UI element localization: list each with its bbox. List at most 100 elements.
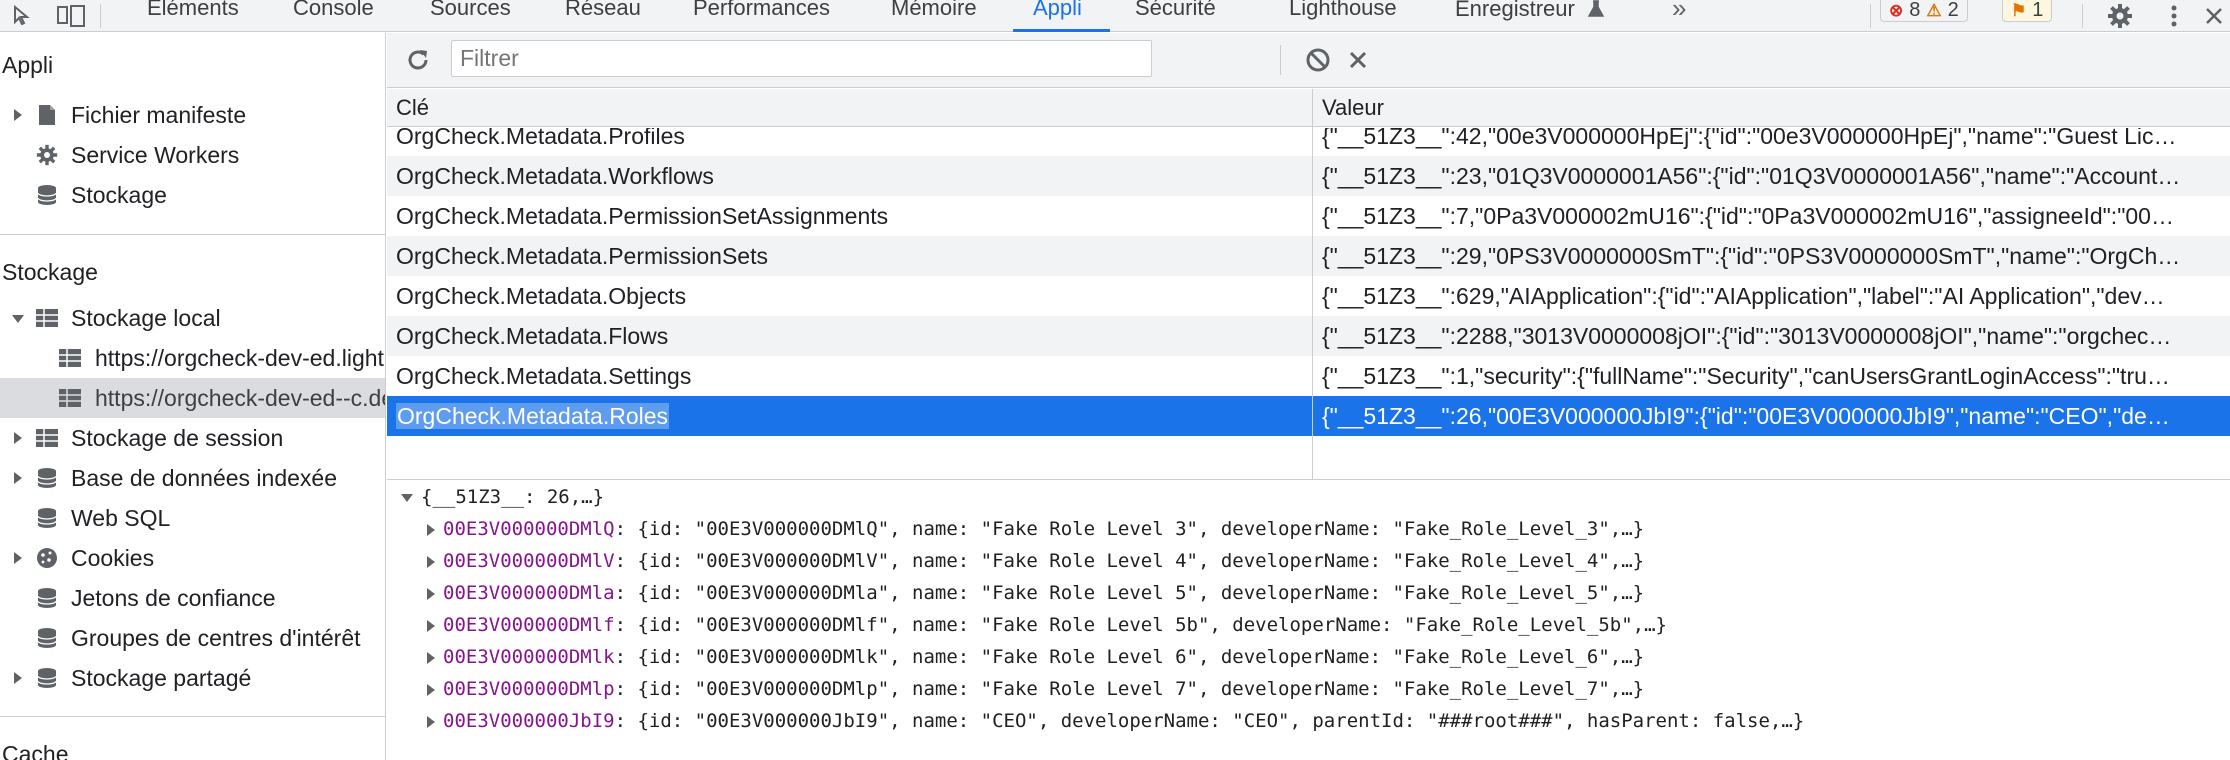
error-count: 8 xyxy=(1909,0,1921,21)
expand-arrow-icon[interactable] xyxy=(14,552,22,564)
value-cell: {"__51Z3__":7,"0Pa3V000002mU16":{"id":"0… xyxy=(1322,203,2174,229)
warning-icon: ⚠ xyxy=(1926,0,1942,20)
tab-console[interactable]: Console xyxy=(293,0,374,32)
tab-sources[interactable]: Sources xyxy=(430,0,511,32)
tab-elements[interactable]: Éléments xyxy=(147,0,239,32)
collapse-arrow-icon[interactable] xyxy=(401,493,413,502)
preview-entry[interactable]: 00E3V000000DMla: {id: "00E3V000000DMla",… xyxy=(427,579,1644,607)
expand-arrow-icon[interactable] xyxy=(427,683,435,696)
table-row[interactable]: OrgCheck.Metadata.Settings {"__51Z3__":1… xyxy=(387,356,2230,396)
sidebar-item-label: https://orgcheck-dev-ed.lightning.force.… xyxy=(95,344,385,371)
preview-entry[interactable]: 00E3V000000JbI9: {id: "00E3V000000JbI9",… xyxy=(427,707,1804,735)
flask-icon xyxy=(1587,0,1605,17)
expand-arrow-icon[interactable] xyxy=(14,109,22,121)
toolbar-separator xyxy=(1280,45,1281,75)
preview-entry[interactable]: 00E3V000000DMlQ: {id: "00E3V000000DMlQ",… xyxy=(427,515,1644,543)
expand-arrow-icon[interactable] xyxy=(427,619,435,632)
grid-icon xyxy=(59,387,81,409)
sidebar-item-label: Base de données indexée xyxy=(71,464,337,491)
preview-entry-key: 00E3V000000JbI9 xyxy=(443,710,615,732)
value-cell: {"__51Z3__":29,"0PS3V0000000SmT":{"id":"… xyxy=(1322,243,2181,269)
issues-counter[interactable]: ⊗ 8 ⚠ 2 xyxy=(1880,0,1968,22)
column-divider[interactable] xyxy=(1312,89,1313,479)
sidebar-item-indexeddb[interactable]: Base de données indexée xyxy=(0,458,385,498)
toolbar-separator xyxy=(2082,4,2083,28)
table-row[interactable]: OrgCheck.Metadata.Flows {"__51Z3__":2288… xyxy=(387,316,2230,356)
preview-entry-value: : {id: "00E3V000000DMlQ", name: "Fake Ro… xyxy=(614,518,1645,540)
issue-flag-icon: ⚑ xyxy=(2011,0,2027,20)
table-row[interactable]: OrgCheck.Metadata.PermissionSets {"__51Z… xyxy=(387,236,2230,276)
key-cell: OrgCheck.Metadata.Flows xyxy=(396,323,669,349)
tab-recorder-label: Enregistreur xyxy=(1455,0,1575,21)
key-cell: OrgCheck.Metadata.Objects xyxy=(396,283,687,309)
sidebar-item-shared-storage[interactable]: Stockage partagé xyxy=(0,658,385,698)
sidebar-item-web-sql[interactable]: Web SQL xyxy=(0,498,385,538)
block-icon[interactable] xyxy=(1303,45,1333,75)
preview-root[interactable]: {__51Z3__: 26,…} xyxy=(401,483,604,511)
application-sidebar: Appli Fichier manifeste Service Workers … xyxy=(0,33,386,760)
expand-arrow-icon[interactable] xyxy=(427,715,435,728)
expand-arrow-icon[interactable] xyxy=(427,523,435,536)
gear-icon[interactable] xyxy=(2102,0,2138,32)
kebab-menu-icon[interactable] xyxy=(2160,0,2188,32)
device-toggle-icon[interactable] xyxy=(54,0,90,32)
table-row[interactable]: OrgCheck.Metadata.PermissionSetAssignmen… xyxy=(387,196,2230,236)
table-row-selected[interactable]: OrgCheck.Metadata.Roles {"__51Z3__":26,"… xyxy=(387,396,2230,436)
active-tab-indicator xyxy=(1013,29,1110,32)
expand-arrow-icon[interactable] xyxy=(427,555,435,568)
tab-memory[interactable]: Mémoire xyxy=(891,0,977,32)
sidebar-item-label: Stockage de session xyxy=(71,424,284,451)
expand-arrow-icon[interactable] xyxy=(427,587,435,600)
sidebar-item-trust-tokens[interactable]: Jetons de confiance xyxy=(0,578,385,618)
value-preview: {__51Z3__: 26,…} 00E3V000000DMlQ: {id: "… xyxy=(387,480,2230,760)
table-row[interactable]: OrgCheck.Metadata.Objects {"__51Z3__":62… xyxy=(387,276,2230,316)
preview-entry[interactable]: 00E3V000000DMlf: {id: "00E3V000000DMlf",… xyxy=(427,611,1667,639)
gear-icon xyxy=(36,144,58,166)
toolbar-separator xyxy=(100,4,101,28)
more-tabs-button[interactable]: » xyxy=(1672,0,1686,32)
sidebar-item-interest-groups[interactable]: Groupes de centres d'intérêt xyxy=(0,618,385,658)
cursor-arrow-icon[interactable] xyxy=(8,0,38,32)
x-icon[interactable] xyxy=(1343,45,1373,75)
filter-input[interactable] xyxy=(451,40,1152,77)
expand-arrow-icon[interactable] xyxy=(14,672,22,684)
tab-performance[interactable]: Performances xyxy=(693,0,830,32)
table-row[interactable]: OrgCheck.Metadata.Workflows {"__51Z3__":… xyxy=(387,156,2230,196)
column-header-value[interactable]: Valeur xyxy=(1322,89,1384,127)
sidebar-item-cookies[interactable]: Cookies xyxy=(0,538,385,578)
table-row[interactable]: OrgCheck.Metadata.Profiles {"__51Z3__":4… xyxy=(387,128,2230,156)
preview-entry-key: 00E3V000000DMla xyxy=(443,582,615,604)
sidebar-item-origin[interactable]: https://orgcheck-dev-ed.lightning.force.… xyxy=(0,338,385,378)
refresh-icon[interactable] xyxy=(403,45,433,75)
expand-arrow-icon[interactable] xyxy=(14,432,22,444)
tab-application[interactable]: Appli xyxy=(1033,0,1082,32)
sidebar-item-label: Fichier manifeste xyxy=(71,101,247,128)
tab-recorder[interactable]: Enregistreur xyxy=(1455,0,1605,32)
sidebar-item-local-storage[interactable]: Stockage local xyxy=(0,298,385,338)
expand-arrow-icon[interactable] xyxy=(14,472,22,484)
collapse-arrow-icon[interactable] xyxy=(12,315,24,323)
sidebar-item-storage[interactable]: Stockage xyxy=(0,175,385,215)
key-cell: OrgCheck.Metadata.Settings xyxy=(396,363,692,389)
preview-entry[interactable]: 00E3V000000DMlp: {id: "00E3V000000DMlp",… xyxy=(427,675,1644,703)
database-icon xyxy=(36,667,58,689)
preview-entry[interactable]: 00E3V000000DMlV: {id: "00E3V000000DMlV",… xyxy=(427,547,1644,575)
tab-network[interactable]: Réseau xyxy=(565,0,641,32)
close-icon[interactable] xyxy=(2200,0,2228,32)
sidebar-item-manifest[interactable]: Fichier manifeste xyxy=(0,95,385,135)
grid-icon xyxy=(59,347,81,369)
sidebar-item-service-workers[interactable]: Service Workers xyxy=(0,135,385,175)
column-header-key[interactable]: Clé xyxy=(396,89,429,127)
sidebar-item-label: Stockage xyxy=(71,181,167,208)
sidebar-item-session-storage[interactable]: Stockage de session xyxy=(0,418,385,458)
tab-lighthouse[interactable]: Lighthouse xyxy=(1289,0,1397,32)
expand-arrow-icon[interactable] xyxy=(427,651,435,664)
warning-count: 2 xyxy=(1947,0,1959,21)
value-cell: {"__51Z3__":42,"00e3V000000HpEj":{"id":"… xyxy=(1322,128,2177,149)
key-cell: OrgCheck.Metadata.PermissionSets xyxy=(396,243,768,269)
file-icon xyxy=(36,104,58,126)
issues-badge[interactable]: ⚑ 1 xyxy=(2002,0,2053,22)
tab-security[interactable]: Sécurité xyxy=(1135,0,1216,32)
preview-entry[interactable]: 00E3V000000DMlk: {id: "00E3V000000DMlk",… xyxy=(427,643,1644,671)
sidebar-item-origin-selected[interactable]: https://orgcheck-dev-ed--c.develop.vf.fo… xyxy=(0,378,385,418)
